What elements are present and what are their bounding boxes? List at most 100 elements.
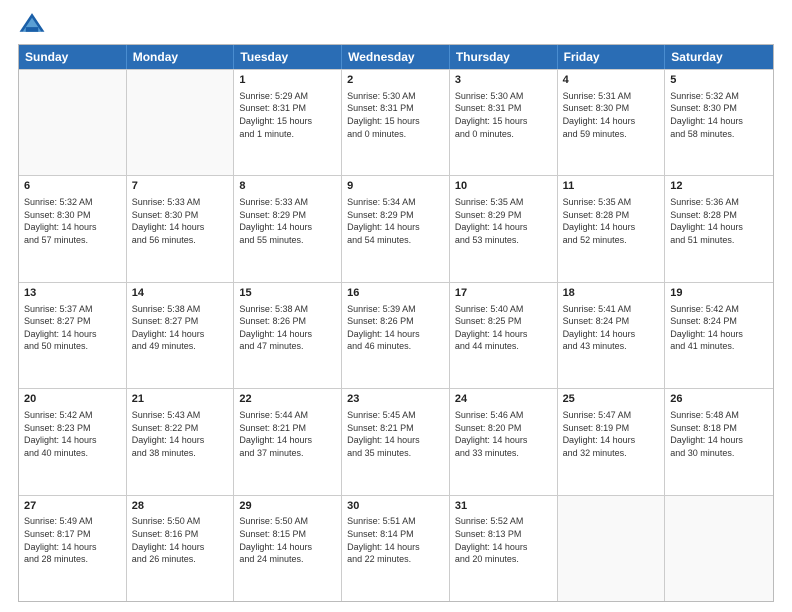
calendar-day-27: 27Sunrise: 5:49 AM Sunset: 8:17 PM Dayli…: [19, 496, 127, 601]
calendar-body: 1 Sunrise: 5:29 AM Sunset: 8:31 PM Daylig…: [19, 69, 773, 601]
day-info: Sunrise: 5:33 AM Sunset: 8:30 PM Dayligh…: [132, 196, 229, 246]
calendar-week-3: 13 Sunrise: 5:37 AM Sunset: 8:27 PM Dayli…: [19, 282, 773, 388]
day-info: Sunrise: 5:39 AM Sunset: 8:26 PM Dayligh…: [347, 303, 444, 353]
day-number: 26: [670, 392, 768, 407]
day-info: Sunrise: 5:38 AM Sunset: 8:27 PM Dayligh…: [132, 303, 229, 353]
day-number: 12: [670, 179, 768, 194]
header-day-monday: Monday: [127, 45, 235, 69]
day-number: 22: [239, 392, 336, 407]
day-number: 30: [347, 499, 444, 514]
calendar-day-20: 20Sunrise: 5:42 AM Sunset: 8:23 PM Dayli…: [19, 389, 127, 494]
header-day-saturday: Saturday: [665, 45, 773, 69]
day-number: 15: [239, 286, 336, 301]
day-info: Sunrise: 5:49 AM Sunset: 8:17 PM Dayligh…: [24, 515, 121, 565]
calendar-empty-cell: [19, 70, 127, 175]
day-info: Sunrise: 5:32 AM Sunset: 8:30 PM Dayligh…: [670, 90, 768, 140]
calendar-day-5: 5 Sunrise: 5:32 AM Sunset: 8:30 PM Daylig…: [665, 70, 773, 175]
day-number: 6: [24, 179, 121, 194]
day-info: Sunrise: 5:38 AM Sunset: 8:26 PM Dayligh…: [239, 303, 336, 353]
day-number: 10: [455, 179, 552, 194]
header-day-wednesday: Wednesday: [342, 45, 450, 69]
calendar-day-21: 21Sunrise: 5:43 AM Sunset: 8:22 PM Dayli…: [127, 389, 235, 494]
calendar-week-1: 1 Sunrise: 5:29 AM Sunset: 8:31 PM Daylig…: [19, 69, 773, 175]
day-info: Sunrise: 5:46 AM Sunset: 8:20 PM Dayligh…: [455, 409, 552, 459]
day-info: Sunrise: 5:52 AM Sunset: 8:13 PM Dayligh…: [455, 515, 552, 565]
calendar-day-31: 31Sunrise: 5:52 AM Sunset: 8:13 PM Dayli…: [450, 496, 558, 601]
logo-icon: [18, 10, 46, 38]
day-number: 13: [24, 286, 121, 301]
day-number: 28: [132, 499, 229, 514]
header-day-friday: Friday: [558, 45, 666, 69]
calendar-day-14: 14Sunrise: 5:38 AM Sunset: 8:27 PM Dayli…: [127, 283, 235, 388]
day-info: Sunrise: 5:48 AM Sunset: 8:18 PM Dayligh…: [670, 409, 768, 459]
calendar-day-22: 22 Sunrise: 5:44 AM Sunset: 8:21 PM Dayli…: [234, 389, 342, 494]
day-number: 16: [347, 286, 444, 301]
calendar-day-1: 1 Sunrise: 5:29 AM Sunset: 8:31 PM Daylig…: [234, 70, 342, 175]
day-info: Sunrise: 5:42 AM Sunset: 8:24 PM Dayligh…: [670, 303, 768, 353]
day-info: Sunrise: 5:29 AM Sunset: 8:31 PM Dayligh…: [239, 90, 336, 140]
day-info: Sunrise: 5:37 AM Sunset: 8:27 PM Dayligh…: [24, 303, 121, 353]
day-number: 9: [347, 179, 444, 194]
calendar-day-30: 30Sunrise: 5:51 AM Sunset: 8:14 PM Dayli…: [342, 496, 450, 601]
calendar-day-13: 13 Sunrise: 5:37 AM Sunset: 8:27 PM Dayli…: [19, 283, 127, 388]
day-info: Sunrise: 5:36 AM Sunset: 8:28 PM Dayligh…: [670, 196, 768, 246]
day-number: 24: [455, 392, 552, 407]
calendar-empty-cell: [665, 496, 773, 601]
calendar-day-17: 17Sunrise: 5:40 AM Sunset: 8:25 PM Dayli…: [450, 283, 558, 388]
calendar-week-2: 6 Sunrise: 5:32 AM Sunset: 8:30 PM Daylig…: [19, 175, 773, 281]
calendar-day-6: 6 Sunrise: 5:32 AM Sunset: 8:30 PM Daylig…: [19, 176, 127, 281]
day-number: 7: [132, 179, 229, 194]
calendar-day-8: 8 Sunrise: 5:33 AM Sunset: 8:29 PM Daylig…: [234, 176, 342, 281]
day-info: Sunrise: 5:51 AM Sunset: 8:14 PM Dayligh…: [347, 515, 444, 565]
day-info: Sunrise: 5:50 AM Sunset: 8:16 PM Dayligh…: [132, 515, 229, 565]
calendar-day-26: 26 Sunrise: 5:48 AM Sunset: 8:18 PM Dayli…: [665, 389, 773, 494]
header-day-tuesday: Tuesday: [234, 45, 342, 69]
calendar-week-4: 20Sunrise: 5:42 AM Sunset: 8:23 PM Dayli…: [19, 388, 773, 494]
day-info: Sunrise: 5:43 AM Sunset: 8:22 PM Dayligh…: [132, 409, 229, 459]
calendar-day-15: 15 Sunrise: 5:38 AM Sunset: 8:26 PM Dayli…: [234, 283, 342, 388]
header-day-thursday: Thursday: [450, 45, 558, 69]
day-info: Sunrise: 5:50 AM Sunset: 8:15 PM Dayligh…: [239, 515, 336, 565]
day-number: 5: [670, 73, 768, 88]
calendar-day-19: 19 Sunrise: 5:42 AM Sunset: 8:24 PM Dayli…: [665, 283, 773, 388]
day-info: Sunrise: 5:42 AM Sunset: 8:23 PM Dayligh…: [24, 409, 121, 459]
day-number: 1: [239, 73, 336, 88]
day-number: 29: [239, 499, 336, 514]
day-info: Sunrise: 5:47 AM Sunset: 8:19 PM Dayligh…: [563, 409, 660, 459]
calendar-day-11: 11 Sunrise: 5:35 AM Sunset: 8:28 PM Dayli…: [558, 176, 666, 281]
calendar-day-18: 18 Sunrise: 5:41 AM Sunset: 8:24 PM Dayli…: [558, 283, 666, 388]
calendar-day-23: 23Sunrise: 5:45 AM Sunset: 8:21 PM Dayli…: [342, 389, 450, 494]
day-info: Sunrise: 5:35 AM Sunset: 8:28 PM Dayligh…: [563, 196, 660, 246]
calendar-day-12: 12 Sunrise: 5:36 AM Sunset: 8:28 PM Dayli…: [665, 176, 773, 281]
calendar-day-29: 29Sunrise: 5:50 AM Sunset: 8:15 PM Dayli…: [234, 496, 342, 601]
day-info: Sunrise: 5:30 AM Sunset: 8:31 PM Dayligh…: [455, 90, 552, 140]
day-number: 4: [563, 73, 660, 88]
day-info: Sunrise: 5:35 AM Sunset: 8:29 PM Dayligh…: [455, 196, 552, 246]
header-day-sunday: Sunday: [19, 45, 127, 69]
day-info: Sunrise: 5:33 AM Sunset: 8:29 PM Dayligh…: [239, 196, 336, 246]
day-info: Sunrise: 5:31 AM Sunset: 8:30 PM Dayligh…: [563, 90, 660, 140]
day-number: 11: [563, 179, 660, 194]
day-info: Sunrise: 5:32 AM Sunset: 8:30 PM Dayligh…: [24, 196, 121, 246]
calendar-day-24: 24 Sunrise: 5:46 AM Sunset: 8:20 PM Dayli…: [450, 389, 558, 494]
day-number: 18: [563, 286, 660, 301]
day-number: 19: [670, 286, 768, 301]
logo: [18, 10, 50, 38]
calendar-day-25: 25Sunrise: 5:47 AM Sunset: 8:19 PM Dayli…: [558, 389, 666, 494]
calendar-empty-cell: [558, 496, 666, 601]
calendar-day-16: 16 Sunrise: 5:39 AM Sunset: 8:26 PM Dayli…: [342, 283, 450, 388]
day-number: 2: [347, 73, 444, 88]
calendar-day-28: 28Sunrise: 5:50 AM Sunset: 8:16 PM Dayli…: [127, 496, 235, 601]
day-info: Sunrise: 5:34 AM Sunset: 8:29 PM Dayligh…: [347, 196, 444, 246]
day-info: Sunrise: 5:30 AM Sunset: 8:31 PM Dayligh…: [347, 90, 444, 140]
calendar-header: SundayMondayTuesdayWednesdayThursdayFrid…: [19, 45, 773, 69]
header: [18, 10, 774, 38]
day-number: 17: [455, 286, 552, 301]
day-info: Sunrise: 5:44 AM Sunset: 8:21 PM Dayligh…: [239, 409, 336, 459]
day-number: 8: [239, 179, 336, 194]
calendar-day-7: 7 Sunrise: 5:33 AM Sunset: 8:30 PM Daylig…: [127, 176, 235, 281]
calendar: SundayMondayTuesdayWednesdayThursdayFrid…: [18, 44, 774, 602]
day-info: Sunrise: 5:41 AM Sunset: 8:24 PM Dayligh…: [563, 303, 660, 353]
calendar-week-5: 27Sunrise: 5:49 AM Sunset: 8:17 PM Dayli…: [19, 495, 773, 601]
day-number: 23: [347, 392, 444, 407]
